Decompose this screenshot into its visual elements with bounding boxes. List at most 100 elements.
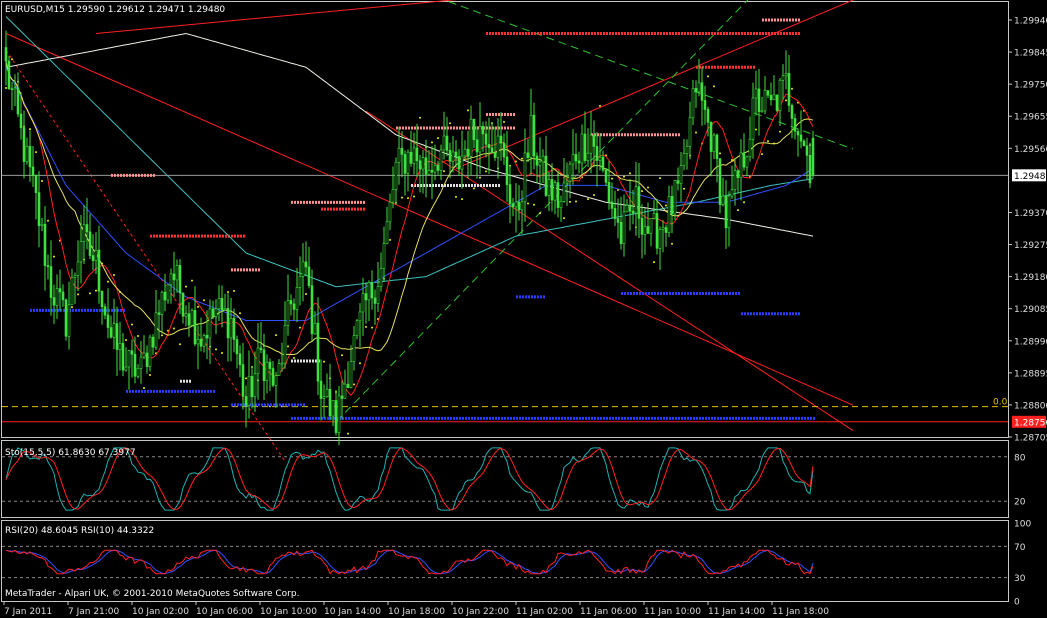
current-price-label: 1.29480 — [1014, 172, 1047, 182]
candle-body — [319, 380, 323, 399]
price-tick-label: 1.29180 — [1014, 273, 1047, 283]
candle-body — [307, 266, 311, 286]
candle-body — [256, 347, 260, 375]
candle-body — [52, 297, 56, 306]
sar-dot — [785, 99, 787, 102]
candle-body — [469, 118, 473, 157]
sar-dot — [485, 170, 487, 173]
candle-body — [349, 361, 353, 388]
price-tick-label: 1.29370 — [1014, 209, 1047, 219]
sar-dot — [347, 432, 349, 435]
candle-body — [376, 286, 380, 304]
candle-body — [310, 285, 314, 335]
sar-dot — [5, 86, 7, 89]
candle-body — [250, 376, 254, 398]
candle-body — [697, 82, 701, 93]
candle-body — [385, 221, 389, 244]
price-tick-label: 1.29750 — [1014, 81, 1047, 91]
candle-body — [61, 291, 65, 301]
candle-body — [523, 152, 527, 203]
sar-dot — [47, 219, 49, 222]
candle-body — [220, 298, 224, 311]
sar-dot — [473, 187, 475, 190]
candle-body — [757, 88, 761, 113]
candle-body — [589, 134, 593, 154]
candle-body — [85, 224, 89, 233]
candle-body — [163, 291, 167, 301]
candle-body — [55, 288, 59, 306]
candle-body — [784, 73, 788, 77]
sar-dot — [683, 187, 685, 190]
candle-body — [676, 180, 680, 184]
candle-body — [436, 164, 440, 171]
candle-body — [478, 126, 482, 153]
candle-body — [715, 134, 719, 159]
candle-body — [787, 73, 791, 106]
candle-body — [91, 255, 95, 261]
candle-body — [694, 88, 698, 93]
candle-body — [142, 352, 146, 358]
candle-body — [724, 195, 728, 229]
candle-body — [112, 323, 116, 338]
candle-body — [28, 145, 32, 168]
candle-body — [739, 152, 743, 178]
candle-body — [388, 201, 392, 223]
candle-body — [136, 368, 140, 377]
sar-dot — [53, 255, 55, 258]
candle-body — [277, 363, 281, 376]
time-tick-label: 10 Jan 14:00 — [324, 607, 381, 617]
candle-body — [547, 179, 551, 196]
candle-body — [412, 147, 416, 164]
candle-body — [304, 261, 308, 268]
candle-body — [562, 182, 566, 202]
candle-body — [763, 90, 767, 112]
sar-dot — [461, 198, 463, 201]
candle-body — [682, 153, 686, 166]
sar-dot — [125, 338, 127, 341]
sar-dot — [131, 323, 133, 326]
candle-body — [409, 151, 413, 164]
candle-body — [244, 396, 248, 406]
price-tick-label: 1.29275 — [1014, 241, 1047, 251]
candle-body — [661, 227, 665, 230]
candle-body — [535, 155, 539, 166]
candle-body — [94, 249, 98, 261]
candle-body — [157, 312, 161, 315]
sar-dot — [647, 186, 649, 189]
candle-body — [346, 383, 350, 388]
candle-body — [484, 133, 488, 145]
candle-body — [97, 249, 101, 292]
candle-body — [118, 343, 122, 350]
sar-dot — [299, 326, 301, 329]
sar-dot — [527, 202, 529, 205]
sar-dot — [89, 292, 91, 295]
candle-body — [214, 308, 218, 317]
sto-tick-label: 80 — [1014, 453, 1026, 463]
sar-dot — [107, 280, 109, 283]
candle-body — [103, 306, 107, 316]
sar-dot — [569, 200, 571, 203]
price-tick-label: 1.29085 — [1014, 305, 1047, 315]
sar-dot — [77, 293, 79, 296]
candle-body — [253, 373, 257, 398]
candle-body — [16, 87, 20, 115]
candle-body — [4, 47, 8, 62]
trading-chart[interactable]: 80 20 100 70 30 0 1.29940 1.29845 1.29750 1.2965… — [0, 0, 1047, 618]
candle-body — [475, 139, 479, 153]
time-tick-label: 11 Jan 10:00 — [644, 607, 701, 617]
candle-body — [181, 292, 185, 317]
sar-dot — [431, 141, 433, 144]
candle-body — [46, 265, 50, 267]
sar-dot — [407, 197, 409, 200]
price-tick-label: 1.28990 — [1014, 337, 1047, 347]
sar-dot — [11, 58, 13, 61]
candle-body — [325, 388, 329, 397]
candle-body — [571, 154, 575, 165]
sar-dot — [293, 357, 295, 360]
candle-body — [637, 186, 641, 219]
candle-body — [361, 293, 365, 313]
candle-body — [499, 135, 503, 144]
sar-dot — [161, 334, 163, 337]
candle-body — [232, 318, 236, 340]
candle-body — [193, 310, 197, 345]
